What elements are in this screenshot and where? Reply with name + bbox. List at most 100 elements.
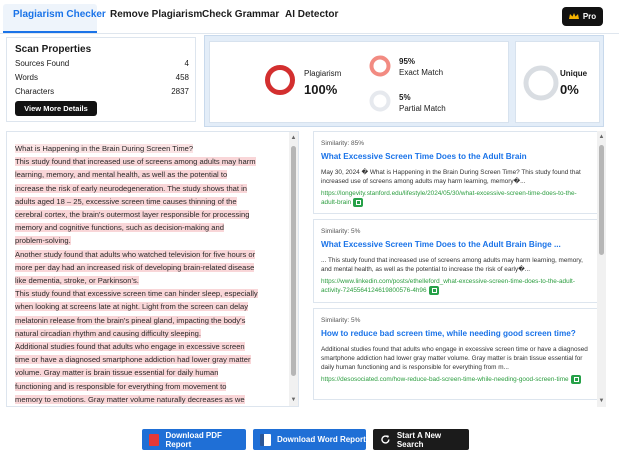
start-new-search-button[interactable]: Start A New Search (373, 429, 469, 450)
text-line: Additional studies found that adults who… (15, 342, 245, 352)
source-snippet: May 30, 2024 � What is Happening in the … (321, 169, 581, 185)
unique-card: Unique 0% (515, 41, 600, 123)
text-line: natural circadian rhythm and causing dif… (15, 328, 202, 338)
checked-text-panel[interactable]: What is Happening in the Brain During Sc… (6, 131, 299, 407)
exact-match-label: Exact Match (399, 68, 444, 77)
text-line: like dementia, stroke, or Parkinson's. (15, 276, 139, 286)
text-line: adults aged 18 – 25, excessive screen ti… (15, 196, 237, 206)
text-line-row: when looking at screens late at night. L… (15, 300, 281, 313)
tab-remove-plagiarism[interactable]: Remove Plagiarism (110, 9, 202, 20)
text-line-row: adults aged 18 – 25, excessive screen ti… (15, 195, 281, 208)
source-title-link[interactable]: What Excessive Screen Time Does to the A… (321, 152, 527, 161)
text-line-row: This study found that excessive screen t… (15, 287, 281, 300)
text-line-row: Another study found that adults who watc… (15, 248, 281, 261)
active-tab-indicator (3, 31, 97, 33)
sources-found-label: Sources Found (15, 59, 70, 68)
text-line-row: more per day had an increased risk of de… (15, 261, 281, 274)
text-line-row: time or have a diagnosed smartphone addi… (15, 353, 281, 366)
text-line: melatonin release from the brain's pinea… (15, 315, 246, 325)
text-line-row: memory and cognitive functions, such as … (15, 221, 281, 234)
source-title-link[interactable]: What Excessive Screen Time Does to the A… (321, 240, 561, 249)
source-similarity: Similarity: 5% (321, 317, 361, 324)
download-pdf-button[interactable]: Download PDF Report (142, 429, 246, 450)
unique-ring-icon (523, 65, 559, 101)
plagiarism-label: Plagiarism (304, 69, 342, 78)
external-link-icon[interactable] (570, 375, 581, 384)
external-link-icon[interactable] (428, 286, 439, 295)
text-line: when looking at screens late at night. L… (15, 302, 249, 312)
word-icon (260, 433, 271, 446)
text-line: cerebral cortex, the brain's outermost l… (15, 210, 250, 220)
words-value: 458 (175, 73, 189, 82)
scroll-down-icon[interactable]: ▼ (597, 397, 606, 405)
text-line: This study found that increased use of s… (15, 157, 256, 167)
scroll-thumb[interactable] (291, 146, 296, 376)
source-url-text[interactable]: https://www.linkedin.com/posts/ethellefo… (321, 278, 575, 294)
source-url-text[interactable]: https://desosociated.com/how-reduce-bad-… (321, 376, 569, 383)
tab-bar: Plagiarism Checker Remove Plagiarism Che… (0, 0, 619, 34)
source-snippet: ... This study found that increased use … (321, 257, 583, 273)
exact-match-percent: 95% (399, 57, 416, 66)
sources-found-value: 4 (184, 59, 189, 68)
plagiarism-percent: 100% (304, 82, 338, 97)
partial-match-ring-icon (369, 90, 391, 112)
scroll-up-icon[interactable]: ▲ (597, 133, 606, 141)
text-line-row: melatonin release from the brain's pinea… (15, 314, 281, 327)
source-similarity: Similarity: 85% (321, 140, 364, 147)
sources-panel[interactable]: Similarity: 85% What Excessive Screen Ti… (313, 131, 606, 407)
source-url[interactable]: https://www.linkedin.com/posts/ethellefo… (321, 277, 591, 295)
text-line-row: memory to emotions. Gray matter volume n… (15, 393, 281, 406)
tab-check-grammar[interactable]: Check Grammar (202, 9, 279, 20)
start-new-search-label: Start A New Search (396, 430, 442, 449)
text-line: increase the risk of early neurodegenera… (15, 183, 248, 193)
partial-match-percent: 5% (399, 93, 411, 102)
text-line: problem-solving. (15, 236, 71, 246)
source-card: Similarity: 5% How to reduce bad screen … (313, 308, 598, 400)
tab-plagiarism-checker[interactable]: Plagiarism Checker (13, 9, 106, 20)
tab-ai-detector[interactable]: AI Detector (285, 9, 338, 20)
text-line: learning, memory, and mental health, as … (15, 170, 228, 180)
scroll-up-icon[interactable]: ▲ (289, 134, 298, 142)
text-line: volume. Gray matter is brain tissue esse… (15, 368, 219, 378)
text-line-row: cerebral cortex, the brain's outermost l… (15, 208, 281, 221)
unique-label: Unique (560, 69, 588, 78)
text-line-row: This study found that increased use of s… (15, 155, 281, 168)
text-line-row: problem-solving. (15, 234, 281, 247)
text-line: functioning and is responsible for every… (15, 381, 227, 391)
pdf-icon (149, 433, 160, 446)
checked-text: What is Happening in the Brain During Sc… (15, 142, 281, 407)
source-url[interactable]: https://longevity.stanford.edu/lifestyle… (321, 189, 591, 207)
scroll-thumb[interactable] (599, 145, 604, 255)
text-line-row: age, so along with reducing screen time,… (15, 406, 281, 407)
text-line: Another study found that adults who watc… (15, 249, 256, 259)
source-card: Similarity: 85% What Excessive Screen Ti… (313, 131, 598, 214)
text-line: memory to emotions. Gray matter volume n… (15, 394, 245, 404)
view-more-details-button[interactable]: View More Details (15, 101, 97, 116)
refresh-icon (381, 435, 390, 444)
words-row: Words 458 (15, 73, 189, 82)
sources-found-row: Sources Found 4 (15, 59, 189, 68)
scan-properties-title: Scan Properties (15, 44, 92, 55)
scroll-down-icon[interactable]: ▼ (289, 396, 298, 404)
scan-properties-panel: Scan Properties Sources Found 4 Words 45… (6, 37, 196, 122)
download-pdf-label: Download PDF Report (165, 430, 222, 449)
text-line-row: increase the risk of early neurodegenera… (15, 182, 281, 195)
text-scrollbar[interactable]: ▲ ▼ (289, 132, 298, 406)
pro-button[interactable]: Pro (562, 7, 603, 26)
source-similarity: Similarity: 5% (321, 228, 361, 235)
text-line: more per day had an increased risk of de… (15, 262, 255, 272)
source-url[interactable]: https://desosociated.com/how-reduce-bad-… (321, 375, 591, 384)
characters-value: 2837 (171, 87, 189, 96)
text-line-row: like dementia, stroke, or Parkinson's. (15, 274, 281, 287)
source-snippet: Additional studies found that adults who… (321, 346, 588, 371)
text-line-row: volume. Gray matter is brain tissue esse… (15, 366, 281, 379)
plagiarism-ring-icon (265, 65, 295, 95)
text-line-row: What is Happening in the Brain During Sc… (15, 142, 281, 155)
characters-label: Characters (15, 87, 55, 96)
external-link-icon[interactable] (353, 198, 364, 207)
text-line-row: natural circadian rhythm and causing dif… (15, 327, 281, 340)
source-title-link[interactable]: How to reduce bad screen time, while nee… (321, 329, 576, 338)
download-word-button[interactable]: Download Word Report (253, 429, 366, 450)
text-line: This study found that excessive screen t… (15, 289, 258, 299)
sources-scrollbar[interactable]: ▲ ▼ (597, 131, 606, 407)
